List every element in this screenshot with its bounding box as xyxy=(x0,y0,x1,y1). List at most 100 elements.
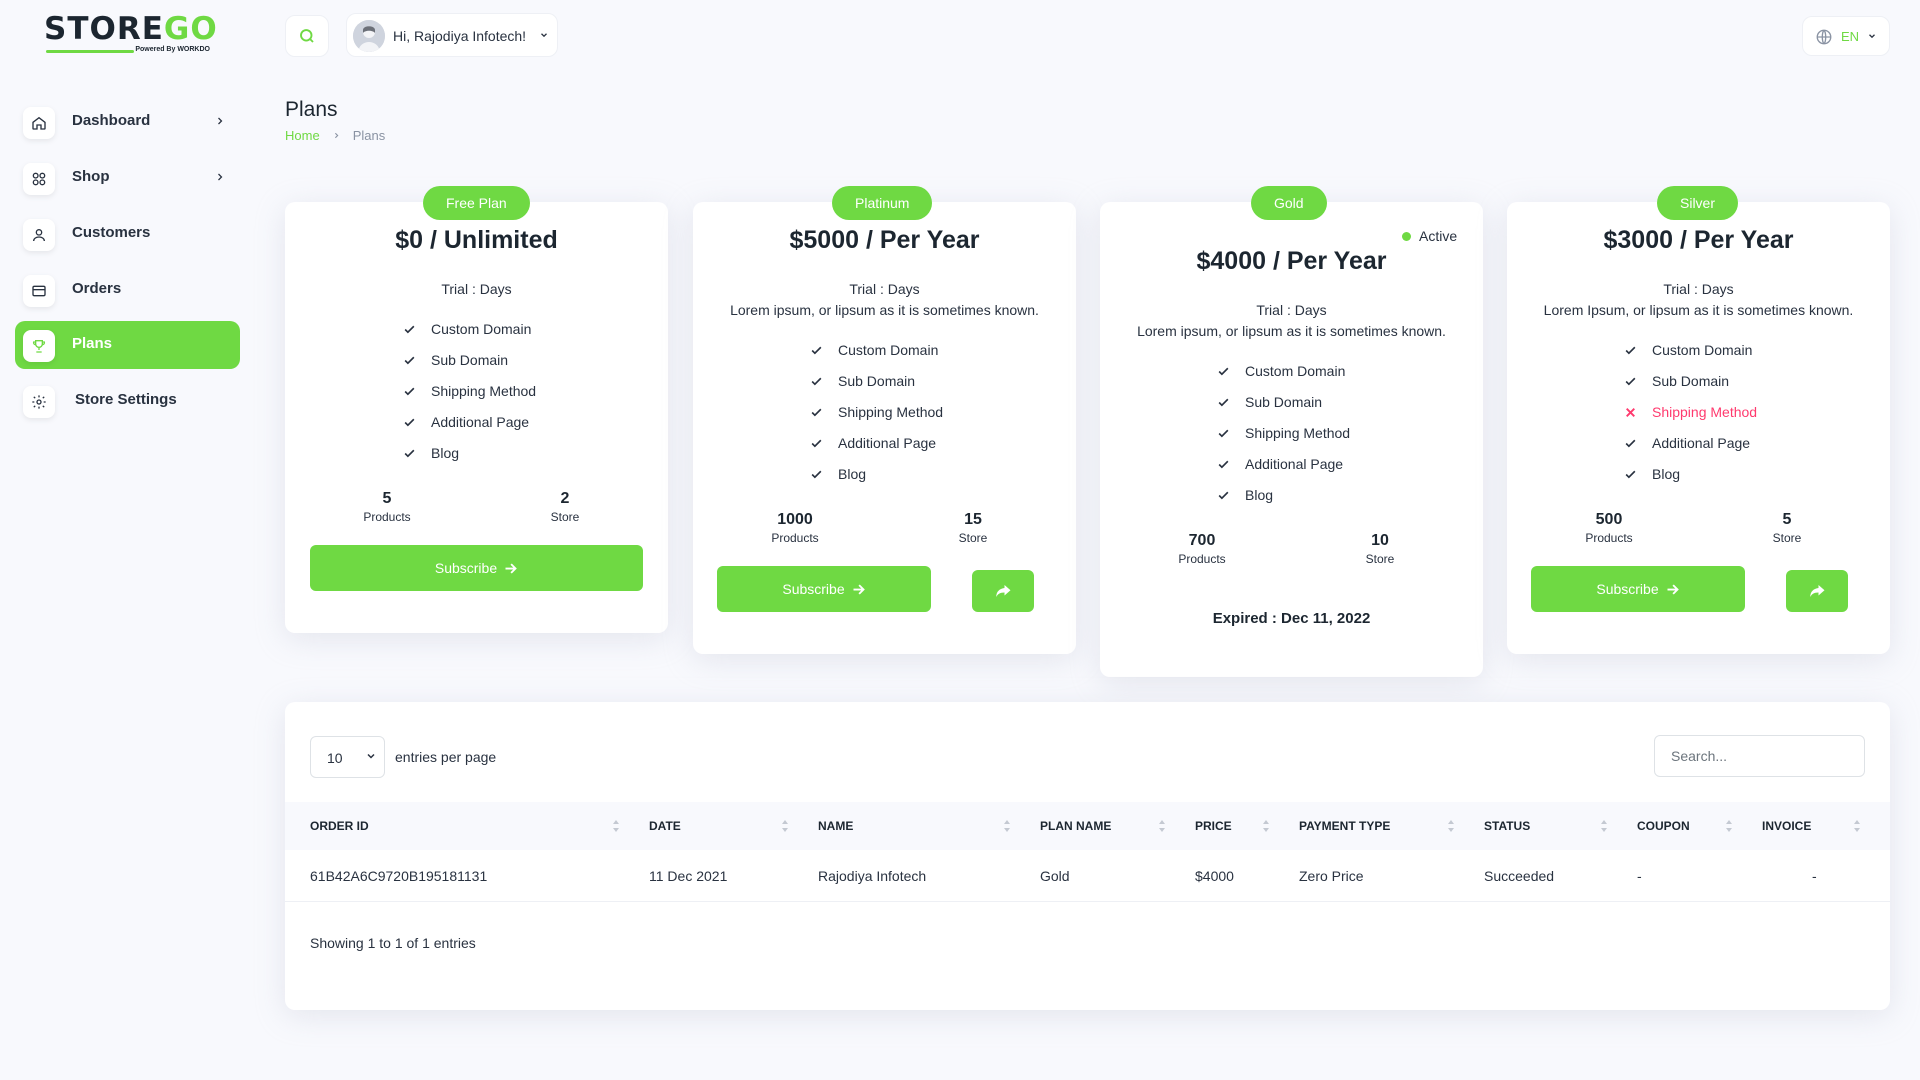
check-icon xyxy=(1217,396,1233,409)
column-header-order-id[interactable]: ORDER ID xyxy=(310,819,369,833)
sort-icon[interactable] xyxy=(781,819,789,833)
breadcrumb-home-link[interactable]: Home xyxy=(285,128,320,143)
plan-feature: Custom Domain xyxy=(403,321,531,337)
subscribe-button[interactable]: Subscribe xyxy=(1531,566,1745,612)
sort-icon[interactable] xyxy=(1158,819,1166,833)
plan-feature-label: Shipping Method xyxy=(1245,425,1351,441)
sidebar-item-store-settings[interactable]: Store Settings xyxy=(15,377,240,425)
status-badge: Active xyxy=(1402,228,1457,244)
sidebar: STOREGO Powered By WORKDO Dashboard Shop… xyxy=(0,0,250,1080)
plan-trial: Trial : Days xyxy=(1256,302,1327,318)
plan-feature-label: Custom Domain xyxy=(838,342,939,358)
plan-store-stat: 2 Store xyxy=(515,490,615,524)
column-header-name[interactable]: NAME xyxy=(818,819,853,833)
store-count: 10 xyxy=(1371,532,1389,549)
column-header-date[interactable]: DATE xyxy=(649,819,681,833)
subscribe-button[interactable]: Subscribe xyxy=(310,545,643,591)
check-icon xyxy=(1624,437,1640,450)
plan-feature: Blog xyxy=(1217,487,1273,503)
plan-badge: Silver xyxy=(1657,186,1739,220)
breadcrumb-current: Plans xyxy=(352,128,386,143)
plan-price: $3000 / Per Year xyxy=(1603,226,1794,254)
breadcrumb: Home Plans xyxy=(285,128,385,143)
table-header: ORDER ID DATE NAME PLAN NAME PRICE PAYME… xyxy=(285,802,1890,850)
plan-feature: Custom Domain xyxy=(810,342,938,358)
check-icon xyxy=(403,323,419,336)
brand-powered-by: Powered By WORKDO xyxy=(135,46,210,53)
plan-trial: Trial : Days xyxy=(849,281,920,297)
plan-feature: Blog xyxy=(403,445,459,461)
sidebar-item-label: Dashboard xyxy=(72,112,151,129)
cell-status: Succeeded xyxy=(1484,868,1555,884)
user-icon xyxy=(23,219,55,251)
sort-icon[interactable] xyxy=(1853,819,1861,833)
plan-feature-label: Sub Domain xyxy=(431,352,509,368)
subscribe-label: Subscribe xyxy=(1596,581,1659,597)
globe-icon xyxy=(1816,29,1832,45)
plan-feature-label: Blog xyxy=(1652,466,1681,482)
column-header-payment-type[interactable]: PAYMENT TYPE xyxy=(1299,819,1390,833)
plan-feature: Shipping Method xyxy=(810,404,943,420)
page-title: Plans xyxy=(285,98,338,121)
sidebar-item-plans[interactable]: Plans xyxy=(15,321,240,369)
share-button[interactable] xyxy=(972,570,1034,612)
plan-feature-label: Custom Domain xyxy=(1652,342,1753,358)
column-header-status[interactable]: STATUS xyxy=(1484,819,1530,833)
sidebar-item-orders[interactable]: Orders xyxy=(15,266,240,314)
sidebar-item-dashboard[interactable]: Dashboard xyxy=(15,98,240,146)
column-header-price[interactable]: PRICE xyxy=(1195,819,1232,833)
sort-icon[interactable] xyxy=(1447,819,1455,833)
arrow-right-icon xyxy=(505,562,517,574)
subscribe-label: Subscribe xyxy=(434,560,498,576)
brand-underline xyxy=(46,50,134,53)
store-label: Store xyxy=(958,531,988,545)
sidebar-item-customers[interactable]: Customers xyxy=(15,210,240,258)
products-count: 5 xyxy=(382,490,392,507)
arrow-right-icon xyxy=(1667,583,1679,595)
brand-logo[interactable]: STOREGO Powered By WORKDO xyxy=(44,12,217,56)
arrow-right-icon xyxy=(853,583,865,595)
store-label: Store xyxy=(1365,552,1395,566)
check-icon xyxy=(810,375,826,388)
subscribe-button[interactable]: Subscribe xyxy=(717,566,931,612)
share-button[interactable] xyxy=(1786,570,1848,612)
header-search-button[interactable] xyxy=(285,15,329,57)
plan-feature-label: Custom Domain xyxy=(431,321,532,337)
sort-icon[interactable] xyxy=(612,819,620,833)
products-label: Products xyxy=(363,510,411,524)
share-icon xyxy=(1810,585,1825,597)
check-icon xyxy=(810,468,826,481)
language-selector[interactable]: EN xyxy=(1802,16,1890,56)
plan-card-platinum: Platinum $5000 / Per Year Trial : Days L… xyxy=(693,186,1076,654)
sidebar-item-label: Plans xyxy=(72,335,113,352)
plan-feature: Additional Page xyxy=(810,435,936,451)
sort-icon[interactable] xyxy=(1725,819,1733,833)
entries-per-page-value: 10 xyxy=(327,750,343,766)
sort-icon[interactable] xyxy=(1600,819,1608,833)
user-menu-button[interactable]: Hi, Rajodiya Infotech! xyxy=(346,13,558,57)
sort-icon[interactable] xyxy=(1003,819,1011,833)
column-header-coupon[interactable]: COUPON xyxy=(1637,819,1690,833)
sort-icon[interactable] xyxy=(1262,819,1270,833)
store-count: 5 xyxy=(1782,511,1792,528)
plan-card-gold: Gold Active $4000 / Per Year Trial : Day… xyxy=(1100,186,1483,677)
sidebar-item-shop[interactable]: Shop xyxy=(15,154,240,202)
check-icon xyxy=(1217,458,1233,471)
check-icon xyxy=(403,385,419,398)
column-header-plan-name[interactable]: PLAN NAME xyxy=(1040,819,1111,833)
search-icon xyxy=(300,29,314,43)
table-row: 61B42A6C9720B195181131 11 Dec 2021 Rajod… xyxy=(285,850,1890,902)
chevron-down-icon xyxy=(541,33,547,38)
plan-feature: Blog xyxy=(1624,466,1680,482)
plan-store-stat: 10 Store xyxy=(1330,532,1430,566)
plan-feature-label: Custom Domain xyxy=(1245,363,1346,379)
plan-badge: Platinum xyxy=(832,186,933,220)
table-search-input[interactable] xyxy=(1654,735,1865,777)
plan-feature: Sub Domain xyxy=(403,352,508,368)
plan-feature-label: Sub Domain xyxy=(838,373,916,389)
column-header-invoice[interactable]: INVOICE xyxy=(1762,819,1811,833)
sidebar-item-label: Orders xyxy=(72,280,122,297)
gear-icon xyxy=(23,386,55,418)
plan-feature-label: Blog xyxy=(838,466,867,482)
status-dot xyxy=(1402,231,1411,241)
